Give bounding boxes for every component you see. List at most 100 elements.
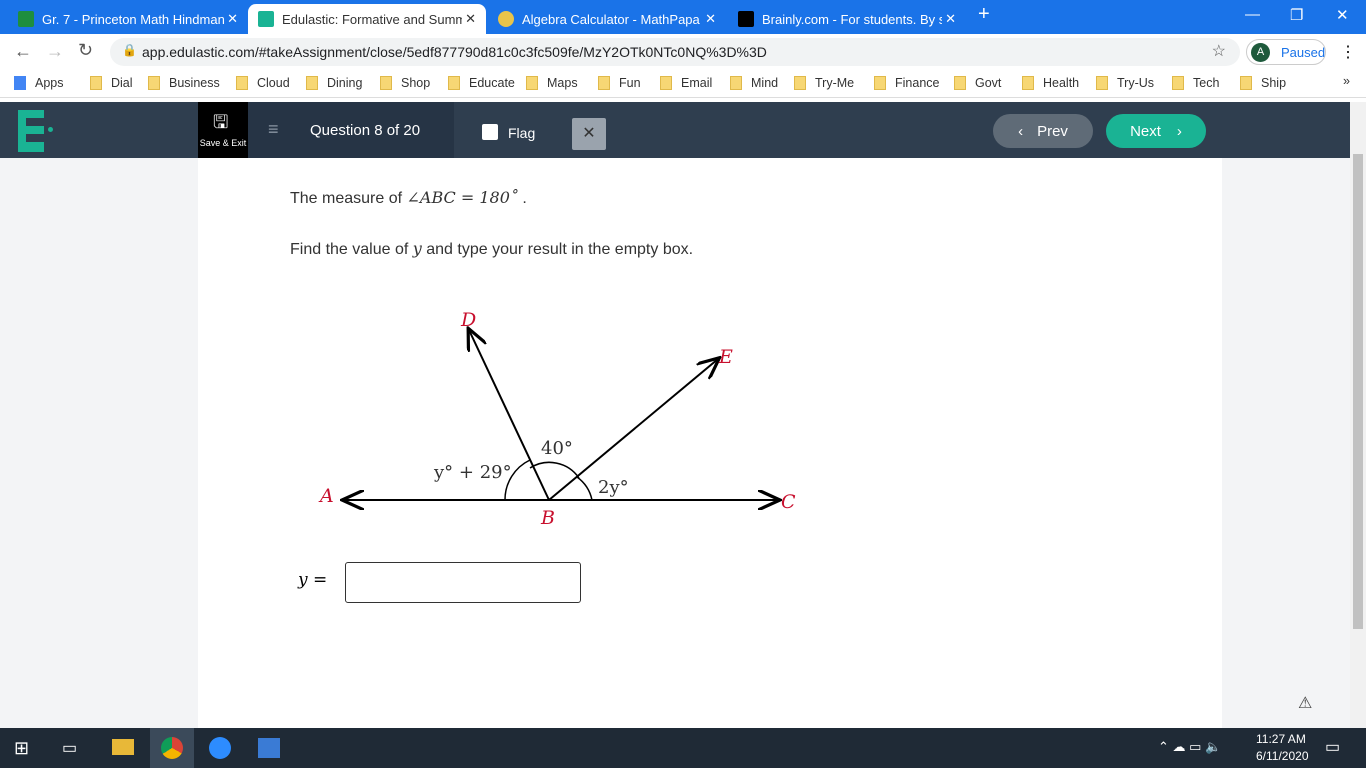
folder-icon: [1172, 76, 1184, 90]
angle-label-right: 2y°: [598, 477, 629, 498]
minimize-button[interactable]: —: [1245, 6, 1260, 23]
bookmark-apps[interactable]: Apps: [14, 76, 64, 90]
profile-button[interactable]: A Paused: [1246, 39, 1326, 65]
more-bookmarks-icon[interactable]: »: [1343, 74, 1350, 88]
bookmark-try-me[interactable]: Try-Me: [794, 76, 854, 90]
folder-icon: [148, 76, 160, 90]
apps-grid-icon: [14, 76, 26, 90]
label-c: C: [781, 491, 796, 513]
prev-button[interactable]: ‹ Prev: [993, 114, 1093, 148]
zoom-icon[interactable]: [209, 737, 231, 759]
lock-icon: 🔒: [122, 43, 137, 57]
label-d: D: [460, 309, 476, 331]
bookmark-maps[interactable]: Maps: [526, 76, 578, 90]
clock-date[interactable]: 6/11/2020: [1256, 749, 1309, 763]
folder-icon: [1022, 76, 1034, 90]
url-input[interactable]: 🔒 app.edulastic.com/#takeAssignment/close…: [110, 38, 1240, 66]
assessment-toolbar: 🖫 Save & Exit ≡ Question 8 of 20 Flag ✕ ‹…: [0, 102, 1366, 158]
tab-mathpapa[interactable]: Algebra Calculator - MathPapa ✕: [488, 4, 726, 34]
folder-icon: [730, 76, 742, 90]
folder-icon: [448, 76, 460, 90]
ray-be: [548, 359, 718, 501]
angle-diagram: A B C D E y° + 29° 40° 2y°: [318, 309, 796, 529]
text-accessibility-icon[interactable]: ⚠: [1298, 693, 1312, 713]
flag-label[interactable]: Flag: [508, 125, 535, 141]
question-counter[interactable]: Question 8 of 20: [310, 122, 420, 139]
close-tab-icon[interactable]: ✕: [945, 11, 956, 27]
folder-icon: [1096, 76, 1108, 90]
bookmark-dial[interactable]: Dial: [90, 76, 133, 90]
next-button[interactable]: Next ›: [1106, 114, 1206, 148]
bookmark-cloud[interactable]: Cloud: [236, 76, 290, 90]
bookmark-govt[interactable]: Govt: [954, 76, 1001, 90]
flag-checkbox[interactable]: [482, 124, 498, 140]
save-icon: 🖫: [213, 112, 229, 132]
label-a: A: [318, 485, 334, 507]
hamburger-icon[interactable]: ≡: [268, 119, 279, 140]
address-bar-row: ← → ↻ 🔒 app.edulastic.com/#takeAssignment…: [0, 34, 1366, 70]
main-area: The measure of ∠ABC = 180˚ . Find the va…: [0, 158, 1350, 728]
menu-icon[interactable]: ⋮: [1340, 42, 1356, 62]
back-icon[interactable]: ←: [14, 41, 32, 62]
folder-icon: [90, 76, 102, 90]
bookmark-shop[interactable]: Shop: [380, 76, 430, 90]
angle-label-left: y° + 29°: [433, 462, 512, 483]
edulastic-logo: [18, 110, 44, 152]
close-button[interactable]: ✕: [572, 118, 606, 150]
bookmark-email[interactable]: Email: [660, 76, 712, 90]
mathpapa-icon: [498, 11, 514, 27]
bookmark-fun[interactable]: Fun: [598, 76, 641, 90]
restore-button[interactable]: ❐: [1290, 6, 1303, 24]
close-tab-icon[interactable]: ✕: [705, 11, 716, 27]
system-tray-icons[interactable]: ⌃ ☁ ▭ 🔈: [1158, 739, 1221, 755]
star-icon[interactable]: ☆: [1212, 41, 1226, 61]
tab-brainly[interactable]: Brainly.com - For students. By stu ✕: [728, 4, 966, 34]
bookmark-mind[interactable]: Mind: [730, 76, 778, 90]
chevron-left-icon: ‹: [1018, 122, 1024, 140]
bookmark-ship[interactable]: Ship: [1240, 76, 1286, 90]
browser-tab-bar: Gr. 7 - Princeton Math Hindman ✕ Edulasti…: [0, 0, 1366, 34]
bookmark-try-us[interactable]: Try-Us: [1096, 76, 1154, 90]
file-explorer-icon[interactable]: [112, 739, 134, 755]
folder-icon: [236, 76, 248, 90]
windows-start-icon[interactable]: ⊞: [14, 738, 29, 759]
chevron-right-icon: ›: [1176, 122, 1182, 140]
reload-icon[interactable]: ↻: [78, 40, 93, 61]
tab-classroom[interactable]: Gr. 7 - Princeton Math Hindman ✕: [8, 4, 248, 34]
notifications-icon[interactable]: ▭: [1325, 737, 1340, 757]
bookmark-tech[interactable]: Tech: [1172, 76, 1219, 90]
folder-icon: [598, 76, 610, 90]
new-tab-button[interactable]: +: [978, 3, 990, 26]
avatar: A: [1251, 43, 1270, 62]
folder-icon: [380, 76, 392, 90]
chrome-icon[interactable]: [150, 728, 194, 768]
bookmark-educate[interactable]: Educate: [448, 76, 515, 90]
edulastic-icon: [258, 11, 274, 27]
bookmark-business[interactable]: Business: [148, 76, 220, 90]
bookmark-dining[interactable]: Dining: [306, 76, 362, 90]
tab-edulastic[interactable]: Edulastic: Formative and Summat ✕: [248, 4, 486, 34]
angle-label-mid: 40°: [541, 438, 573, 459]
label-e: E: [718, 346, 733, 368]
bookmarks-bar: Apps Dial Business Cloud Dining Shop Educate Ma…: [0, 70, 1366, 98]
save-exit-button[interactable]: 🖫 Save & Exit: [198, 102, 248, 158]
bookmark-finance[interactable]: Finance: [874, 76, 939, 90]
task-view-icon[interactable]: ▭: [62, 738, 77, 758]
forward-icon[interactable]: →: [46, 41, 64, 62]
close-tab-icon[interactable]: ✕: [227, 11, 238, 27]
close-window-button[interactable]: ✕: [1336, 6, 1349, 24]
scrollbar[interactable]: [1350, 102, 1366, 728]
folder-icon: [526, 76, 538, 90]
question-card: The measure of ∠ABC = 180˚ . Find the va…: [198, 158, 1312, 728]
windows-taskbar: ⊞ ▭ ⌃ ☁ ▭ 🔈 11:27 AM 6/11/2020 ▭: [0, 728, 1366, 768]
brainly-icon: [738, 11, 754, 27]
folder-icon: [794, 76, 806, 90]
label-b: B: [540, 507, 555, 529]
answer-input[interactable]: [345, 562, 581, 603]
folder-icon: [954, 76, 966, 90]
close-tab-icon[interactable]: ✕: [465, 11, 476, 27]
clock-time[interactable]: 11:27 AM: [1256, 732, 1306, 746]
photos-icon[interactable]: [258, 738, 280, 758]
answer-label: y =: [298, 570, 328, 590]
bookmark-health[interactable]: Health: [1022, 76, 1079, 90]
